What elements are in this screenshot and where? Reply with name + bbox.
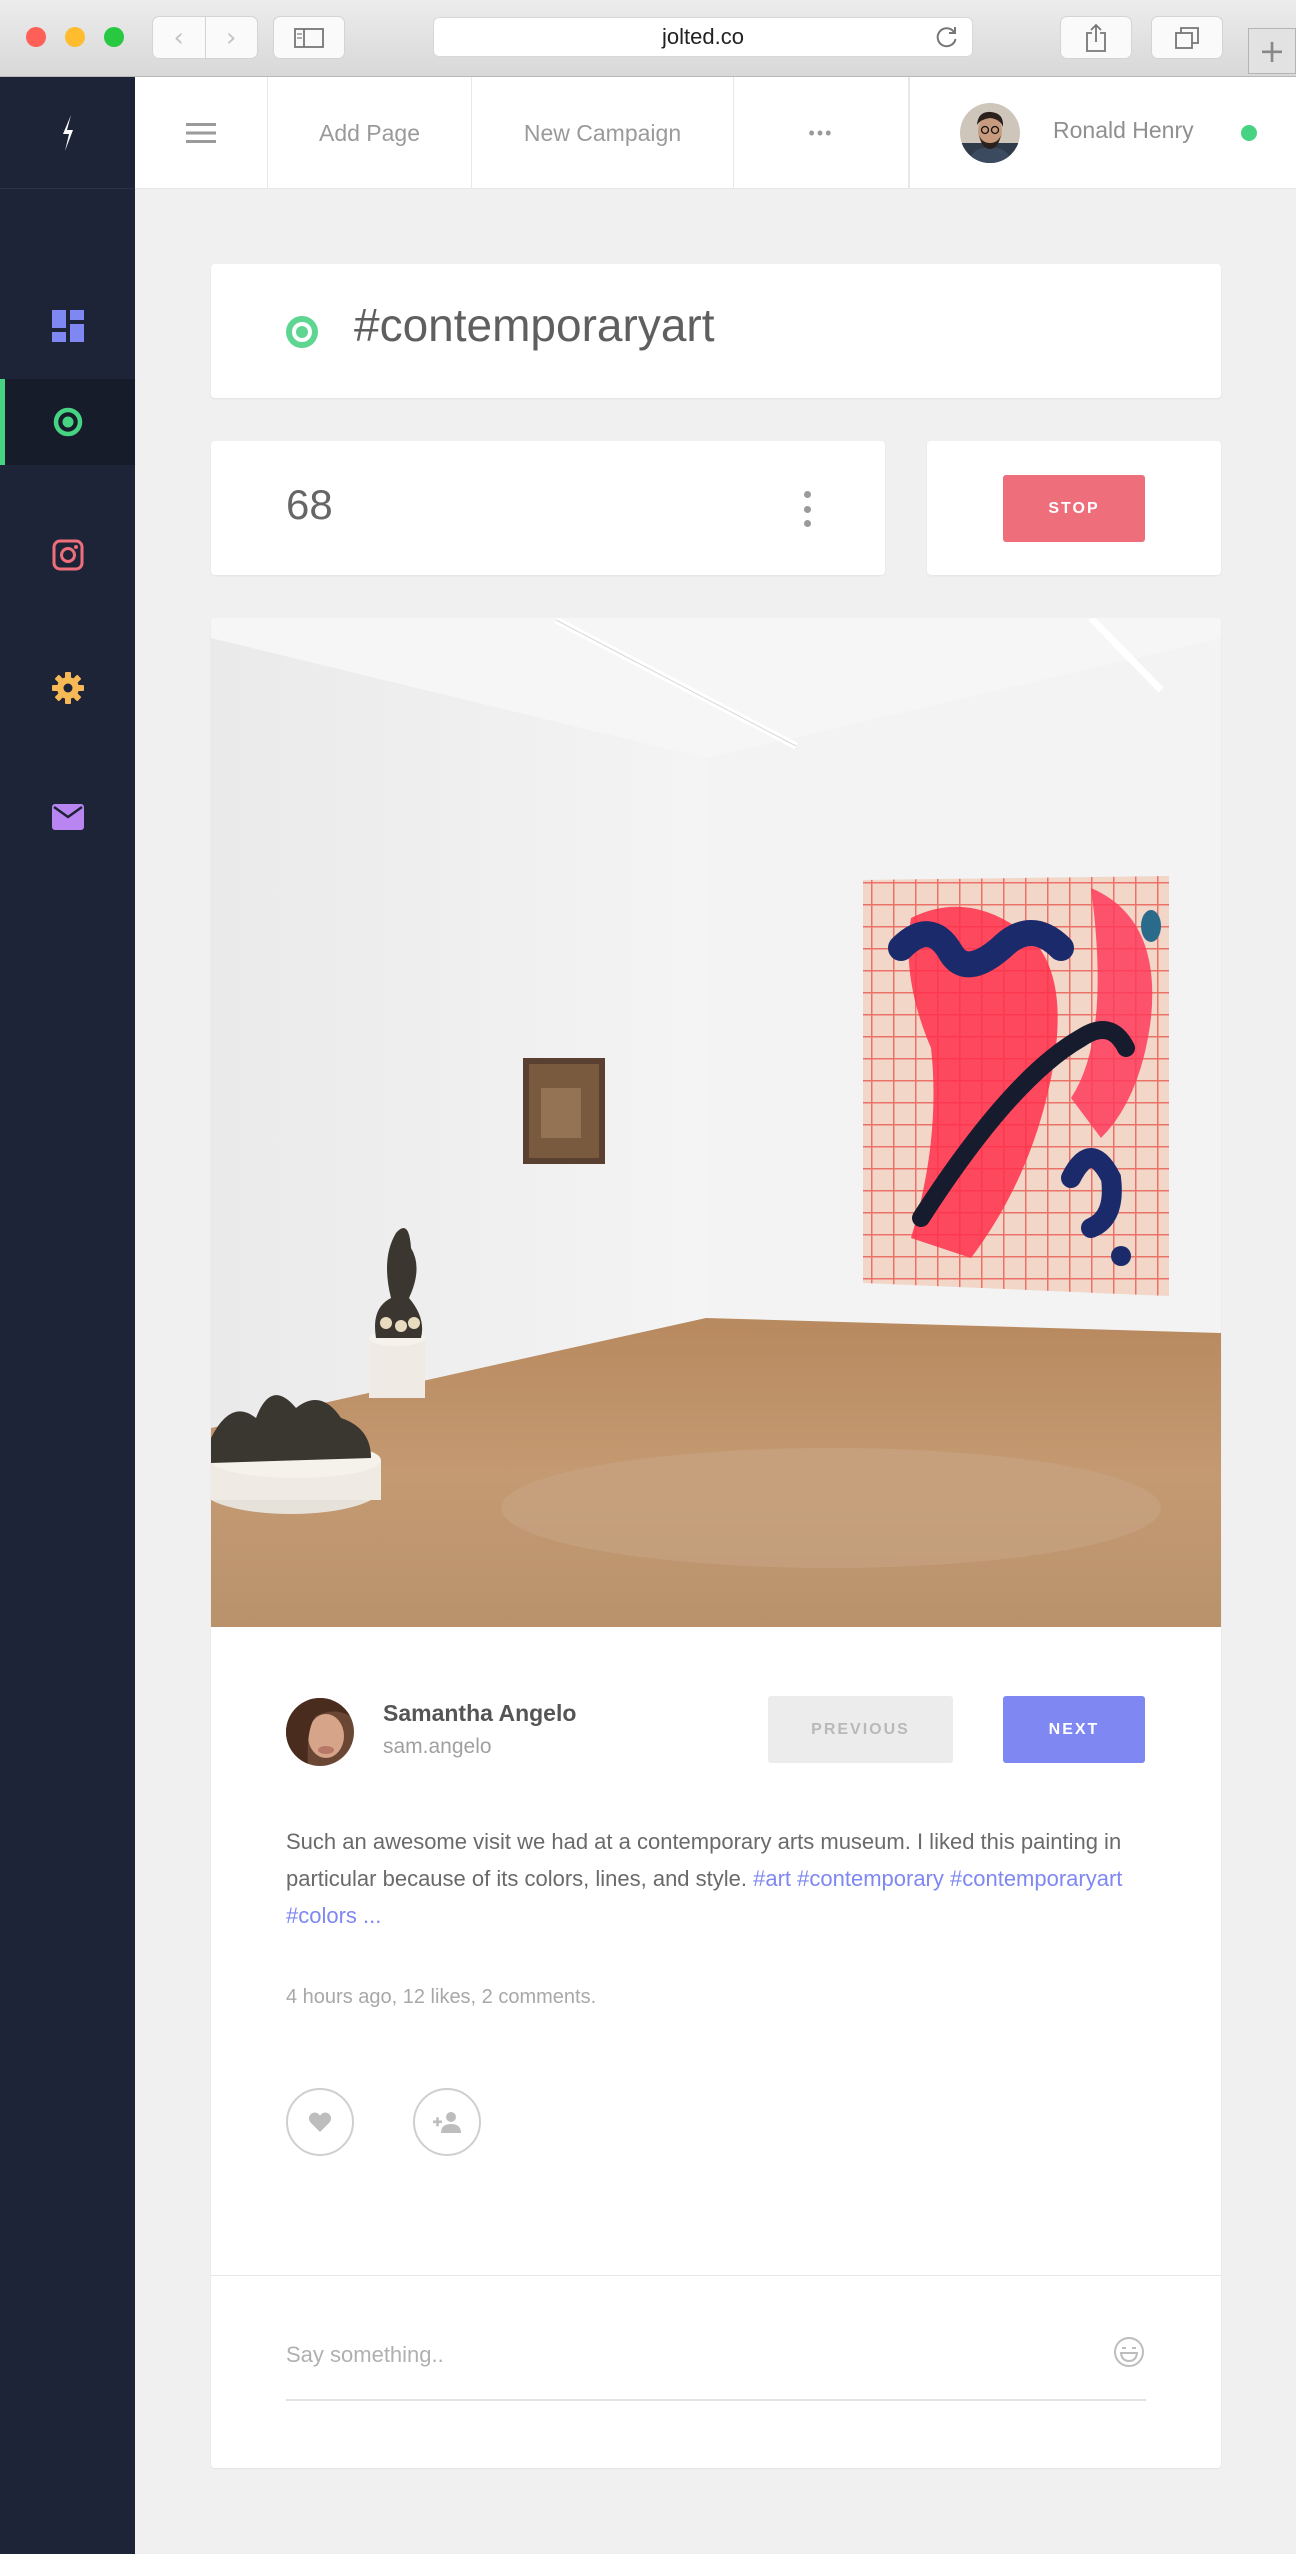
address-bar[interactable]: jolted.co	[433, 17, 973, 57]
sidebar-item-dashboard[interactable]	[0, 283, 135, 369]
dashboard-icon	[51, 310, 84, 342]
maximize-window-button[interactable]	[104, 27, 124, 47]
user-avatar	[960, 103, 1020, 163]
author-name[interactable]: Samantha Angelo	[383, 1700, 576, 1727]
post-card: Samantha Angelo sam.angelo PREVIOUS NEXT…	[211, 618, 1221, 2468]
add-user-icon	[433, 2112, 461, 2133]
sidebar-toggle-button[interactable]	[273, 16, 345, 59]
hashtag-title: #contemporaryart	[354, 299, 715, 351]
comment-underline	[286, 2399, 1146, 2401]
online-status-dot	[1241, 125, 1257, 141]
user-menu[interactable]: Ronald Henry	[909, 77, 1296, 189]
count-card: 68	[211, 441, 885, 575]
previous-button[interactable]: PREVIOUS	[768, 1696, 953, 1763]
share-icon	[1086, 23, 1106, 52]
emoji-icon[interactable]	[1113, 2336, 1145, 2368]
post-meta: 4 hours ago, 12 likes, 2 comments.	[286, 1986, 597, 2008]
sidebar-item-live[interactable]	[0, 379, 135, 465]
live-status-icon	[286, 316, 318, 348]
new-tab-button[interactable]: +	[1248, 28, 1296, 74]
history-nav: ‹ ›	[152, 16, 258, 59]
author-avatar-image	[286, 1698, 354, 1766]
author-avatar[interactable]	[286, 1698, 354, 1766]
follow-button[interactable]	[413, 2088, 481, 2156]
close-window-button[interactable]	[26, 27, 46, 47]
mail-icon	[51, 804, 84, 830]
hamburger-icon	[186, 123, 216, 143]
user-name: Ronald Henry	[1053, 117, 1194, 143]
instagram-icon	[52, 539, 83, 571]
bolt-logo-icon	[62, 114, 73, 151]
new-campaign-link[interactable]: New Campaign	[472, 77, 734, 189]
show-tabs-button[interactable]	[1151, 16, 1223, 59]
browser-toolbar: ‹ › jolted.co +	[0, 0, 1296, 77]
logo[interactable]	[0, 77, 135, 189]
sidebar-item-settings[interactable]	[0, 645, 135, 731]
app-sidebar	[0, 77, 135, 2554]
url-text: jolted.co	[662, 24, 744, 49]
hashtag-card: #contemporaryart	[211, 264, 1221, 398]
stop-button[interactable]: STOP	[1003, 475, 1145, 542]
post-count: 68	[286, 481, 333, 528]
forward-button[interactable]: ›	[206, 17, 258, 58]
heart-icon	[308, 2112, 332, 2132]
add-page-link[interactable]: Add Page	[268, 77, 472, 189]
share-button[interactable]	[1060, 16, 1132, 59]
sidebar-icon	[294, 27, 324, 48]
comment-input[interactable]	[286, 2330, 1066, 2380]
stop-card: STOP	[927, 441, 1221, 575]
sidebar-item-mail[interactable]	[0, 774, 135, 860]
live-target-icon	[53, 407, 82, 437]
back-button[interactable]: ‹	[153, 17, 206, 58]
comment-divider	[211, 2275, 1221, 2276]
menu-button[interactable]	[135, 77, 268, 189]
user-avatar-image	[960, 103, 1020, 163]
minimize-window-button[interactable]	[65, 27, 85, 47]
author-handle: sam.angelo	[383, 1735, 492, 1758]
sidebar-item-instagram[interactable]	[0, 512, 135, 598]
top-navbar: Add Page New Campaign ••• Ronald Henry	[135, 77, 1296, 189]
reload-icon[interactable]	[934, 24, 960, 50]
tabs-icon	[1175, 26, 1199, 49]
kebab-menu-icon[interactable]	[801, 491, 813, 527]
post-caption: Such an awesome visit we had at a contem…	[286, 1823, 1146, 1934]
more-menu-button[interactable]: •••	[734, 77, 909, 189]
next-button[interactable]: NEXT	[1003, 1696, 1145, 1763]
post-image	[211, 618, 1221, 1627]
like-button[interactable]	[286, 2088, 354, 2156]
gear-icon	[51, 672, 84, 704]
